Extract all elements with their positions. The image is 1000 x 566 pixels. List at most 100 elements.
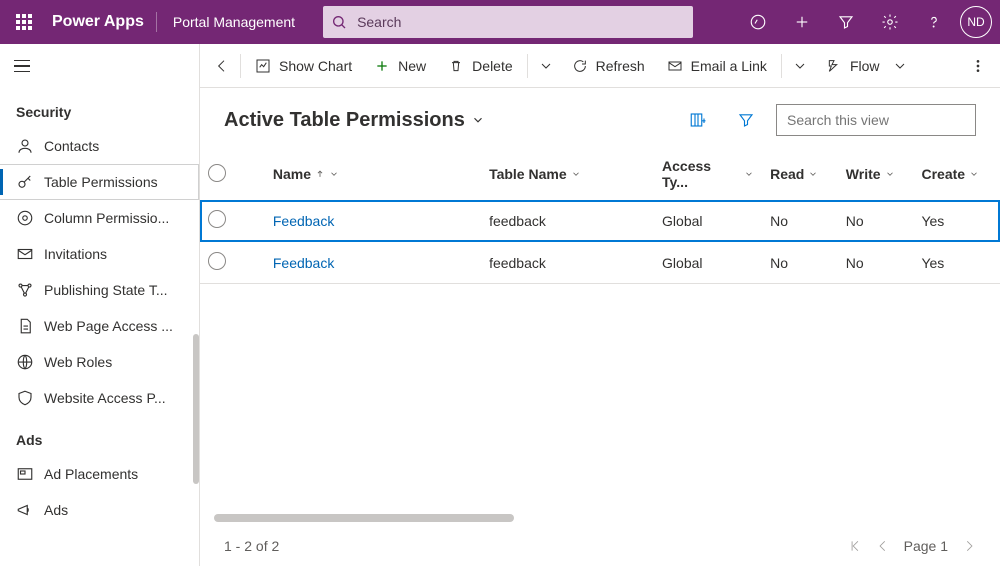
search-icon — [331, 14, 347, 30]
overflow-button[interactable] — [964, 46, 992, 86]
col-access-type[interactable]: Access Ty... — [654, 148, 762, 200]
sidebar-item-ad-placements[interactable]: Ad Placements — [0, 456, 199, 492]
hamburger-icon — [14, 60, 30, 73]
sidebar-item-table-permissions[interactable]: Table Permissions — [0, 164, 199, 200]
view-title-text: Active Table Permissions — [224, 109, 465, 132]
sidebar-item-publishing-state-t-[interactable]: Publishing State T... — [0, 272, 199, 308]
cell-create: Yes — [913, 200, 1000, 242]
pager: Page 1 — [848, 538, 976, 554]
chevron-down-icon — [744, 169, 754, 179]
cell-access: Global — [654, 242, 762, 284]
cell-name[interactable]: Feedback — [265, 242, 481, 284]
sidebar-scrollbar[interactable] — [193, 334, 199, 484]
row-count: 1 - 2 of 2 — [224, 538, 279, 554]
circle-icon — [208, 164, 226, 182]
global-search-input[interactable] — [355, 13, 685, 31]
prev-page-button[interactable] — [876, 539, 890, 553]
first-page-button[interactable] — [848, 539, 862, 553]
view-search[interactable] — [776, 104, 976, 136]
cell-table: feedback — [481, 200, 654, 242]
sidebar-item-column-permissio-[interactable]: Column Permissio... — [0, 200, 199, 236]
cell-write: No — [838, 242, 914, 284]
email-link-button[interactable]: Email a Link — [657, 46, 777, 86]
sidebar-item-label: Publishing State T... — [44, 282, 167, 298]
waffle-icon — [16, 14, 32, 30]
assistant-button[interactable] — [736, 0, 780, 44]
sidebar-item-website-access-p-[interactable]: Website Access P... — [0, 380, 199, 416]
sidebar-item-invitations[interactable]: Invitations — [0, 236, 199, 272]
app-header: Power Apps Portal Management ND — [0, 0, 1000, 44]
sidebar-item-label: Ad Placements — [44, 466, 138, 482]
grid-footer: 1 - 2 of 2 Page 1 — [200, 526, 1000, 566]
flow-button[interactable]: Flow — [816, 46, 918, 86]
sidebar-item-contacts[interactable]: Contacts — [0, 128, 199, 164]
sidebar-item-label: Invitations — [44, 246, 107, 262]
back-button[interactable] — [208, 46, 236, 86]
sidebar-item-label: Website Access P... — [44, 390, 166, 406]
grid-h-scrollbar[interactable] — [214, 514, 986, 522]
row-select[interactable] — [200, 242, 265, 284]
new-button[interactable]: New — [364, 46, 436, 86]
app-name[interactable]: Portal Management — [157, 14, 311, 30]
col-name[interactable]: Name — [265, 148, 481, 200]
add-button[interactable] — [780, 0, 824, 44]
cell-read: No — [762, 200, 838, 242]
col-create[interactable]: Create — [913, 148, 1000, 200]
next-page-button[interactable] — [962, 539, 976, 553]
sidebar-toggle[interactable] — [0, 44, 199, 88]
edit-columns-button[interactable] — [680, 102, 716, 138]
chevron-down-icon — [808, 169, 818, 179]
email-split[interactable] — [786, 46, 814, 86]
sidebar-group-title: Ads — [0, 416, 199, 456]
cmd-separator — [240, 54, 241, 78]
sidebar-group-title: Security — [0, 88, 199, 128]
chevron-down-icon — [892, 58, 908, 74]
show-chart-button[interactable]: Show Chart — [245, 46, 362, 86]
view-selector[interactable]: Active Table Permissions — [224, 109, 485, 132]
user-avatar[interactable]: ND — [960, 6, 992, 38]
sidebar-item-label: Contacts — [44, 138, 99, 154]
chevron-down-icon — [471, 113, 485, 127]
data-grid: Name Table Name Access Ty... Read Write … — [200, 148, 1000, 510]
chevron-down-icon — [538, 58, 554, 74]
table-row[interactable]: FeedbackfeedbackGlobalNoNoYes — [200, 200, 1000, 242]
circle-icon — [208, 252, 226, 270]
sidebar-item-web-roles[interactable]: Web Roles — [0, 344, 199, 380]
sidebar-item-label: Column Permissio... — [44, 210, 169, 226]
circle-icon — [208, 210, 226, 228]
sidebar-item-web-page-access-[interactable]: Web Page Access ... — [0, 308, 199, 344]
col-table-name[interactable]: Table Name — [481, 148, 654, 200]
help-button[interactable] — [912, 0, 956, 44]
col-read[interactable]: Read — [762, 148, 838, 200]
col-write[interactable]: Write — [838, 148, 914, 200]
delete-button[interactable]: Delete — [438, 46, 522, 86]
sidebar-item-label: Web Page Access ... — [44, 318, 173, 334]
grid-header-row: Name Table Name Access Ty... Read Write … — [200, 148, 1000, 200]
cell-name[interactable]: Feedback — [265, 200, 481, 242]
cell-table: feedback — [481, 242, 654, 284]
cell-access: Global — [654, 200, 762, 242]
brand-name[interactable]: Power Apps — [48, 13, 156, 31]
global-search[interactable] — [323, 6, 693, 38]
settings-button[interactable] — [868, 0, 912, 44]
chevron-down-icon — [885, 169, 895, 179]
sidebar-item-ads[interactable]: Ads — [0, 492, 199, 528]
filter-button[interactable] — [824, 0, 868, 44]
chevron-down-icon — [969, 169, 979, 179]
row-select[interactable] — [200, 200, 265, 242]
sort-up-icon — [315, 169, 325, 179]
main-area: Security Contacts Table Permissions Column … — [0, 44, 1000, 566]
delete-split[interactable] — [532, 46, 560, 86]
sidebar-item-label: Web Roles — [44, 354, 112, 370]
refresh-button[interactable]: Refresh — [562, 46, 655, 86]
waffle-button[interactable] — [0, 14, 48, 30]
command-bar: Show Chart New Delete Refresh Email a Li… — [200, 44, 1000, 88]
page-label: Page 1 — [904, 538, 948, 554]
chevron-down-icon — [571, 169, 581, 179]
view-search-input[interactable] — [785, 111, 970, 129]
select-all-header[interactable] — [200, 148, 265, 200]
chevron-down-icon — [329, 169, 339, 179]
table-row[interactable]: FeedbackfeedbackGlobalNoNoYes — [200, 242, 1000, 284]
gear-icon — [881, 13, 899, 31]
view-filter-button[interactable] — [728, 102, 764, 138]
